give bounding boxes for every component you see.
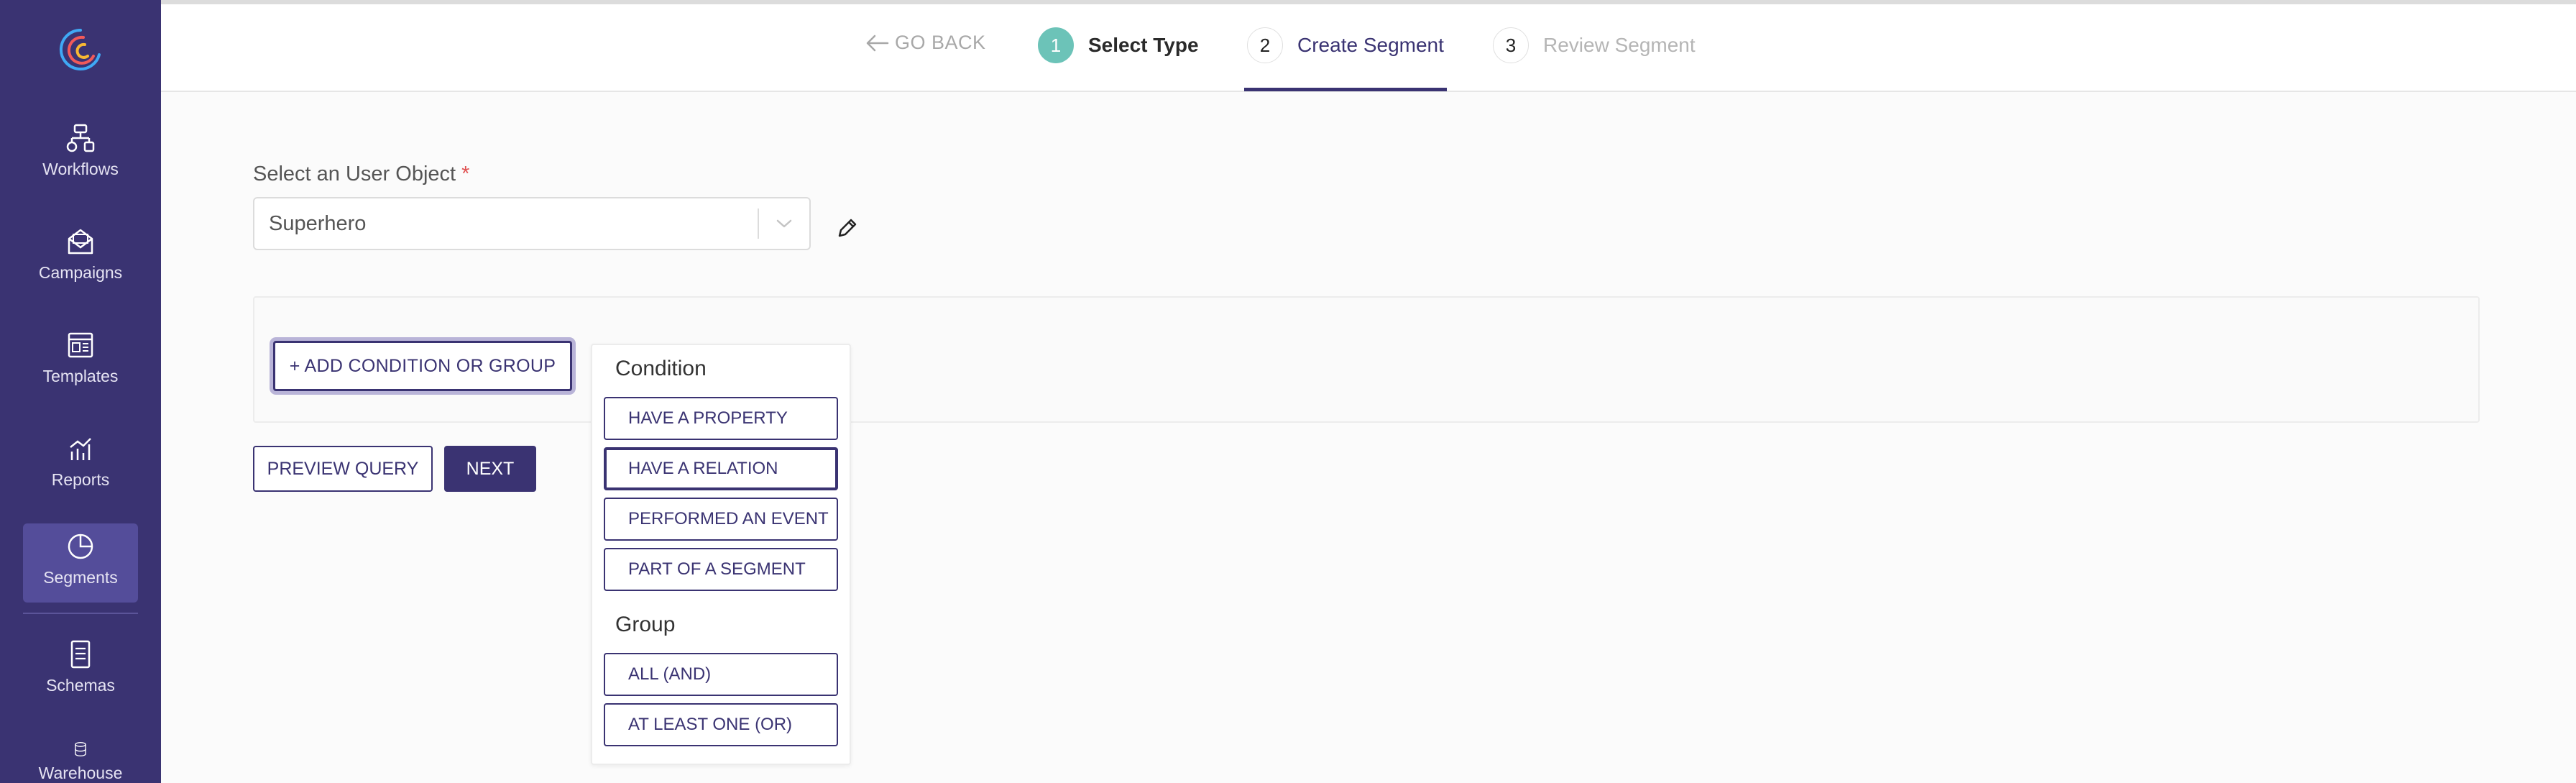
sidebar-item-label: Schemas xyxy=(46,676,115,695)
step-label: Create Segment xyxy=(1297,34,1444,56)
workflow-icon xyxy=(66,124,95,152)
menu-item-part-of-segment[interactable]: PART OF A SEGMENT xyxy=(604,548,838,591)
step-review-segment[interactable]: 3 Review Segment xyxy=(1493,27,1696,63)
next-button[interactable]: NEXT xyxy=(444,446,536,492)
step-number: 1 xyxy=(1038,27,1074,63)
sidebar-divider xyxy=(23,613,138,614)
sidebar-item-label: Campaigns xyxy=(38,263,123,282)
menu-item-all-and[interactable]: ALL (AND) xyxy=(604,653,838,696)
chevron-down-icon[interactable] xyxy=(759,219,809,229)
user-object-select[interactable]: Superhero xyxy=(253,197,811,250)
step-number: 3 xyxy=(1493,27,1529,63)
user-object-value: Superhero xyxy=(269,211,367,235)
sidebar-item-segments[interactable]: Segments xyxy=(23,523,138,603)
step-create-segment[interactable]: 2 Create Segment xyxy=(1247,27,1444,63)
arrow-left-icon xyxy=(866,35,889,51)
envelope-icon xyxy=(68,229,93,255)
sidebar-item-workflows[interactable]: Workflows xyxy=(23,115,138,194)
sidebar-item-label: Segments xyxy=(43,568,118,587)
menu-item-performed-event[interactable]: PERFORMED AN EVENT xyxy=(604,498,838,541)
required-mark: * xyxy=(461,162,470,186)
sidebar-item-schemas[interactable]: Schemas xyxy=(23,631,138,710)
add-condition-menu: Condition HAVE A PROPERTY HAVE A RELATIO… xyxy=(591,344,851,765)
menu-item-at-least-one-or[interactable]: AT LEAST ONE (OR) xyxy=(604,703,838,746)
step-label: Select Type xyxy=(1088,34,1199,56)
pie-icon xyxy=(68,534,93,559)
sidebar-item-label: Templates xyxy=(42,367,119,385)
sidebar-item-warehouse[interactable]: Warehouse xyxy=(23,733,138,783)
user-object-label-text: Select an User Object xyxy=(253,162,456,186)
chart-icon xyxy=(70,438,91,460)
template-icon xyxy=(68,332,93,358)
condition-builder-panel xyxy=(253,296,2480,423)
step-number: 2 xyxy=(1247,27,1283,63)
go-back-label: GO BACK xyxy=(895,32,986,53)
pencil-icon[interactable] xyxy=(832,214,861,243)
menu-heading-group: Group xyxy=(615,613,676,636)
sidebar-item-campaigns[interactable]: Campaigns xyxy=(23,219,138,298)
database-icon xyxy=(75,742,86,756)
active-step-indicator xyxy=(1244,88,1447,91)
step-label: Review Segment xyxy=(1543,34,1696,56)
sidebar-item-label: Warehouse xyxy=(38,764,123,782)
step-select-type[interactable]: 1 Select Type xyxy=(1038,27,1199,63)
sidebar-item-reports[interactable]: Reports xyxy=(23,426,138,505)
preview-query-button[interactable]: PREVIEW QUERY xyxy=(253,446,433,492)
go-back-link[interactable]: GO BACK xyxy=(865,32,986,54)
document-icon xyxy=(70,640,91,669)
menu-item-have-relation[interactable]: HAVE A RELATION xyxy=(604,447,838,490)
menu-item-have-property[interactable]: HAVE A PROPERTY xyxy=(604,397,838,440)
sidebar-item-label: Workflows xyxy=(42,160,119,178)
add-condition-button[interactable]: + ADD CONDITION OR GROUP xyxy=(273,341,572,391)
menu-heading-condition: Condition xyxy=(615,357,707,380)
user-object-label: Select an User Object * xyxy=(253,162,469,186)
sidebar: Workflows Campaigns Templates Reports Se… xyxy=(0,0,161,783)
sidebar-item-templates[interactable]: Templates xyxy=(23,322,138,401)
sidebar-item-label: Reports xyxy=(51,470,110,489)
brand-logo[interactable] xyxy=(59,27,102,72)
